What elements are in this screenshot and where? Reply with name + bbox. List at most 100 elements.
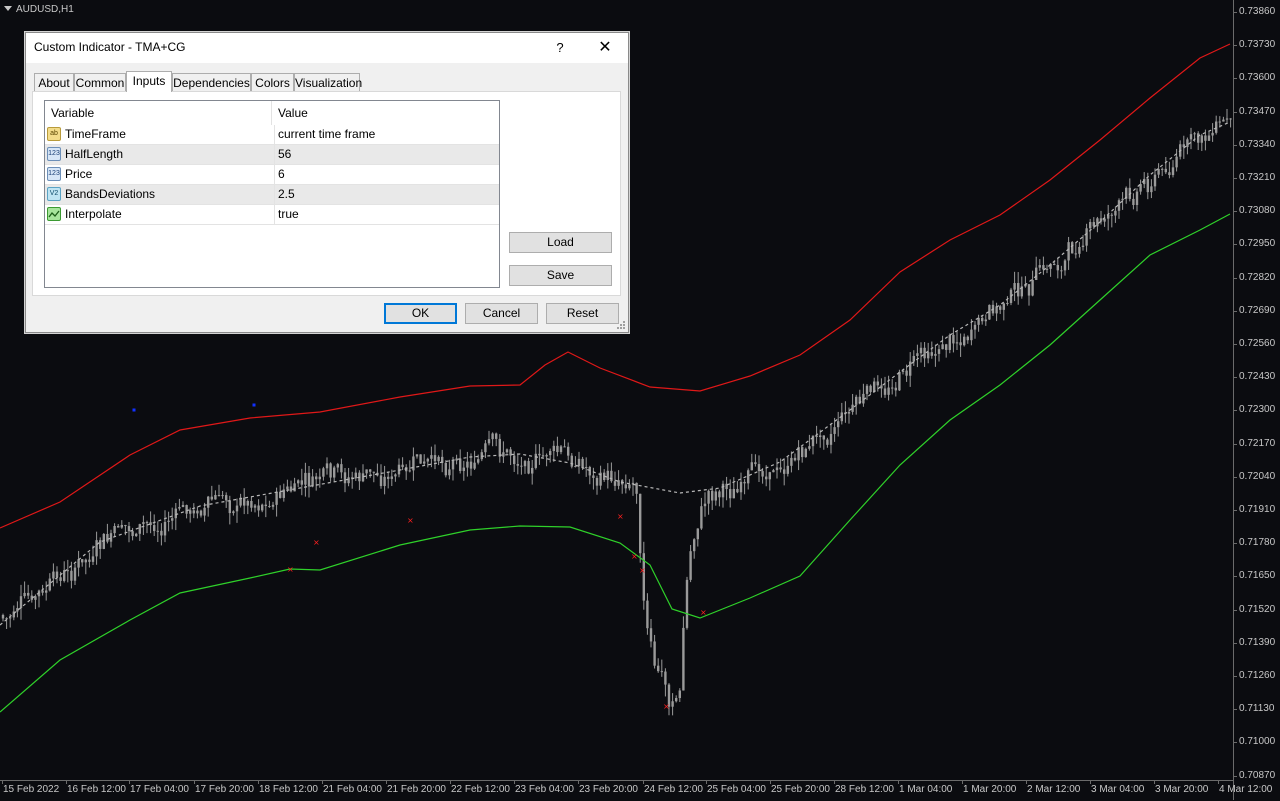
price-tick xyxy=(1233,111,1237,113)
bool-type-icon xyxy=(47,207,61,221)
input-value[interactable]: current time frame xyxy=(274,125,498,144)
price-tick xyxy=(1233,576,1237,578)
price-label: 0.72170 xyxy=(1239,437,1276,449)
input-row-price[interactable]: 123 Price 6 xyxy=(45,165,499,185)
price-tick xyxy=(1233,709,1237,711)
tab-common[interactable]: Common xyxy=(74,73,126,91)
resize-grip-icon[interactable] xyxy=(616,320,626,330)
price-tick xyxy=(1233,742,1237,744)
inputs-panel: Variable Value ab TimeFrame current time… xyxy=(32,91,621,296)
price-tick xyxy=(1233,12,1237,13)
input-row-bandsdeviations[interactable]: V2 BandsDeviations 2.5 xyxy=(45,185,499,205)
price-label: 0.71130 xyxy=(1239,703,1275,715)
time-label: 1 Mar 20:00 xyxy=(963,784,1017,795)
cancel-button[interactable]: Cancel xyxy=(465,303,538,324)
close-button[interactable]: ✕ xyxy=(592,37,618,59)
dropdown-triangle-icon xyxy=(4,6,12,11)
time-label: 1 Mar 04:00 xyxy=(899,784,953,795)
time-label: 25 Feb 04:00 xyxy=(707,784,766,795)
price-tick xyxy=(1233,676,1237,677)
time-axis[interactable]: 15 Feb 2022 16 Feb 12:00 17 Feb 04:00 17 Fe… xyxy=(0,780,1272,801)
price-tick xyxy=(1233,510,1237,511)
integer-type-icon: 123 xyxy=(47,167,61,181)
time-label: 25 Feb 20:00 xyxy=(771,784,830,795)
input-variable: TimeFrame xyxy=(65,127,126,141)
price-tick xyxy=(1233,178,1237,179)
signal-x-icon: × xyxy=(631,552,638,561)
price-tick xyxy=(1233,377,1237,379)
tab-dependencies[interactable]: Dependencies xyxy=(172,73,251,91)
input-row-interpolate[interactable]: Interpolate true xyxy=(45,205,499,225)
input-row-halflength[interactable]: 123 HalfLength 56 xyxy=(45,145,499,165)
price-label: 0.73730 xyxy=(1239,39,1276,51)
time-label: 21 Feb 20:00 xyxy=(387,784,446,795)
column-header-value[interactable]: Value xyxy=(271,101,499,125)
price-label: 0.73340 xyxy=(1239,138,1276,150)
price-label: 0.72560 xyxy=(1239,338,1276,349)
dialog-titlebar[interactable]: Custom Indicator - TMA+CG ? ✕ xyxy=(26,33,628,63)
time-label: 22 Feb 12:00 xyxy=(451,784,510,795)
price-label: 0.73600 xyxy=(1239,72,1276,84)
symbol-label[interactable]: AUDUSD,H1 xyxy=(4,4,74,15)
input-value[interactable]: 56 xyxy=(274,145,498,164)
time-label: 23 Feb 20:00 xyxy=(579,784,638,795)
inputs-grid: Variable Value ab TimeFrame current time… xyxy=(44,100,500,288)
double-type-icon: V2 xyxy=(47,187,61,201)
price-label: 0.73080 xyxy=(1239,205,1276,217)
time-label: 17 Feb 04:00 xyxy=(130,784,189,795)
time-label: 4 Mar 12:00 xyxy=(1219,784,1273,795)
price-label: 0.71260 xyxy=(1239,670,1276,681)
price-label: 0.72430 xyxy=(1239,371,1276,383)
tab-about[interactable]: About xyxy=(34,73,74,91)
price-label: 0.72690 xyxy=(1239,304,1276,316)
string-type-icon: ab xyxy=(47,127,61,141)
time-label: 17 Feb 20:00 xyxy=(195,784,254,795)
reset-button[interactable]: Reset xyxy=(546,303,619,324)
price-tick xyxy=(1233,410,1237,412)
price-tick xyxy=(1233,78,1237,80)
symbol-text: AUDUSD,H1 xyxy=(16,4,74,15)
price-tick xyxy=(1233,775,1237,777)
price-tick xyxy=(1233,144,1237,146)
price-label: 0.72820 xyxy=(1239,271,1276,283)
tab-inputs[interactable]: Inputs xyxy=(126,71,172,92)
time-label: 24 Feb 12:00 xyxy=(644,784,703,795)
integer-type-icon: 123 xyxy=(47,147,61,161)
help-button[interactable]: ? xyxy=(548,37,572,59)
input-row-timeframe[interactable]: ab TimeFrame current time frame xyxy=(45,125,499,145)
price-tick xyxy=(1233,277,1237,279)
signal-x-icon: × xyxy=(663,702,670,711)
signal-x-icon: × xyxy=(639,566,646,575)
column-header-variable[interactable]: Variable xyxy=(45,101,271,125)
save-button[interactable]: Save xyxy=(509,265,612,286)
input-variable: Interpolate xyxy=(65,207,122,221)
time-label: 2 Mar 12:00 xyxy=(1027,784,1081,795)
price-tick xyxy=(1233,642,1237,644)
price-label: 0.71910 xyxy=(1239,504,1276,515)
input-value[interactable]: 2.5 xyxy=(274,185,498,204)
signal-x-icon: × xyxy=(617,512,624,521)
price-label: 0.72040 xyxy=(1239,470,1276,482)
time-label: 3 Mar 04:00 xyxy=(1091,784,1145,795)
price-tick xyxy=(1233,211,1237,213)
dialog-title: Custom Indicator - TMA+CG xyxy=(34,40,186,54)
price-label: 0.71000 xyxy=(1239,736,1276,748)
time-label: 15 Feb 2022 xyxy=(3,784,60,795)
signal-x-icon: × xyxy=(407,516,414,525)
price-label: 0.71390 xyxy=(1239,636,1276,648)
price-tick xyxy=(1233,476,1237,478)
input-value[interactable]: 6 xyxy=(274,165,498,184)
input-variable: BandsDeviations xyxy=(65,187,156,201)
load-button[interactable]: Load xyxy=(509,232,612,253)
dot-marker-icon xyxy=(132,408,136,412)
price-tick xyxy=(1233,344,1237,345)
price-label: 0.72950 xyxy=(1239,238,1276,250)
ok-button[interactable]: OK xyxy=(384,303,457,324)
input-value[interactable]: true xyxy=(274,205,498,224)
price-axis[interactable]: 0.73860 0.73730 0.73600 0.73470 0.73340 0.732… xyxy=(1233,0,1280,800)
custom-indicator-dialog: Custom Indicator - TMA+CG ? ✕ About Comm… xyxy=(25,32,629,333)
tab-colors[interactable]: Colors xyxy=(251,73,294,91)
signal-x-icon: × xyxy=(287,565,294,574)
tab-visualization[interactable]: Visualization xyxy=(294,73,362,91)
price-label: 0.71780 xyxy=(1239,537,1276,549)
